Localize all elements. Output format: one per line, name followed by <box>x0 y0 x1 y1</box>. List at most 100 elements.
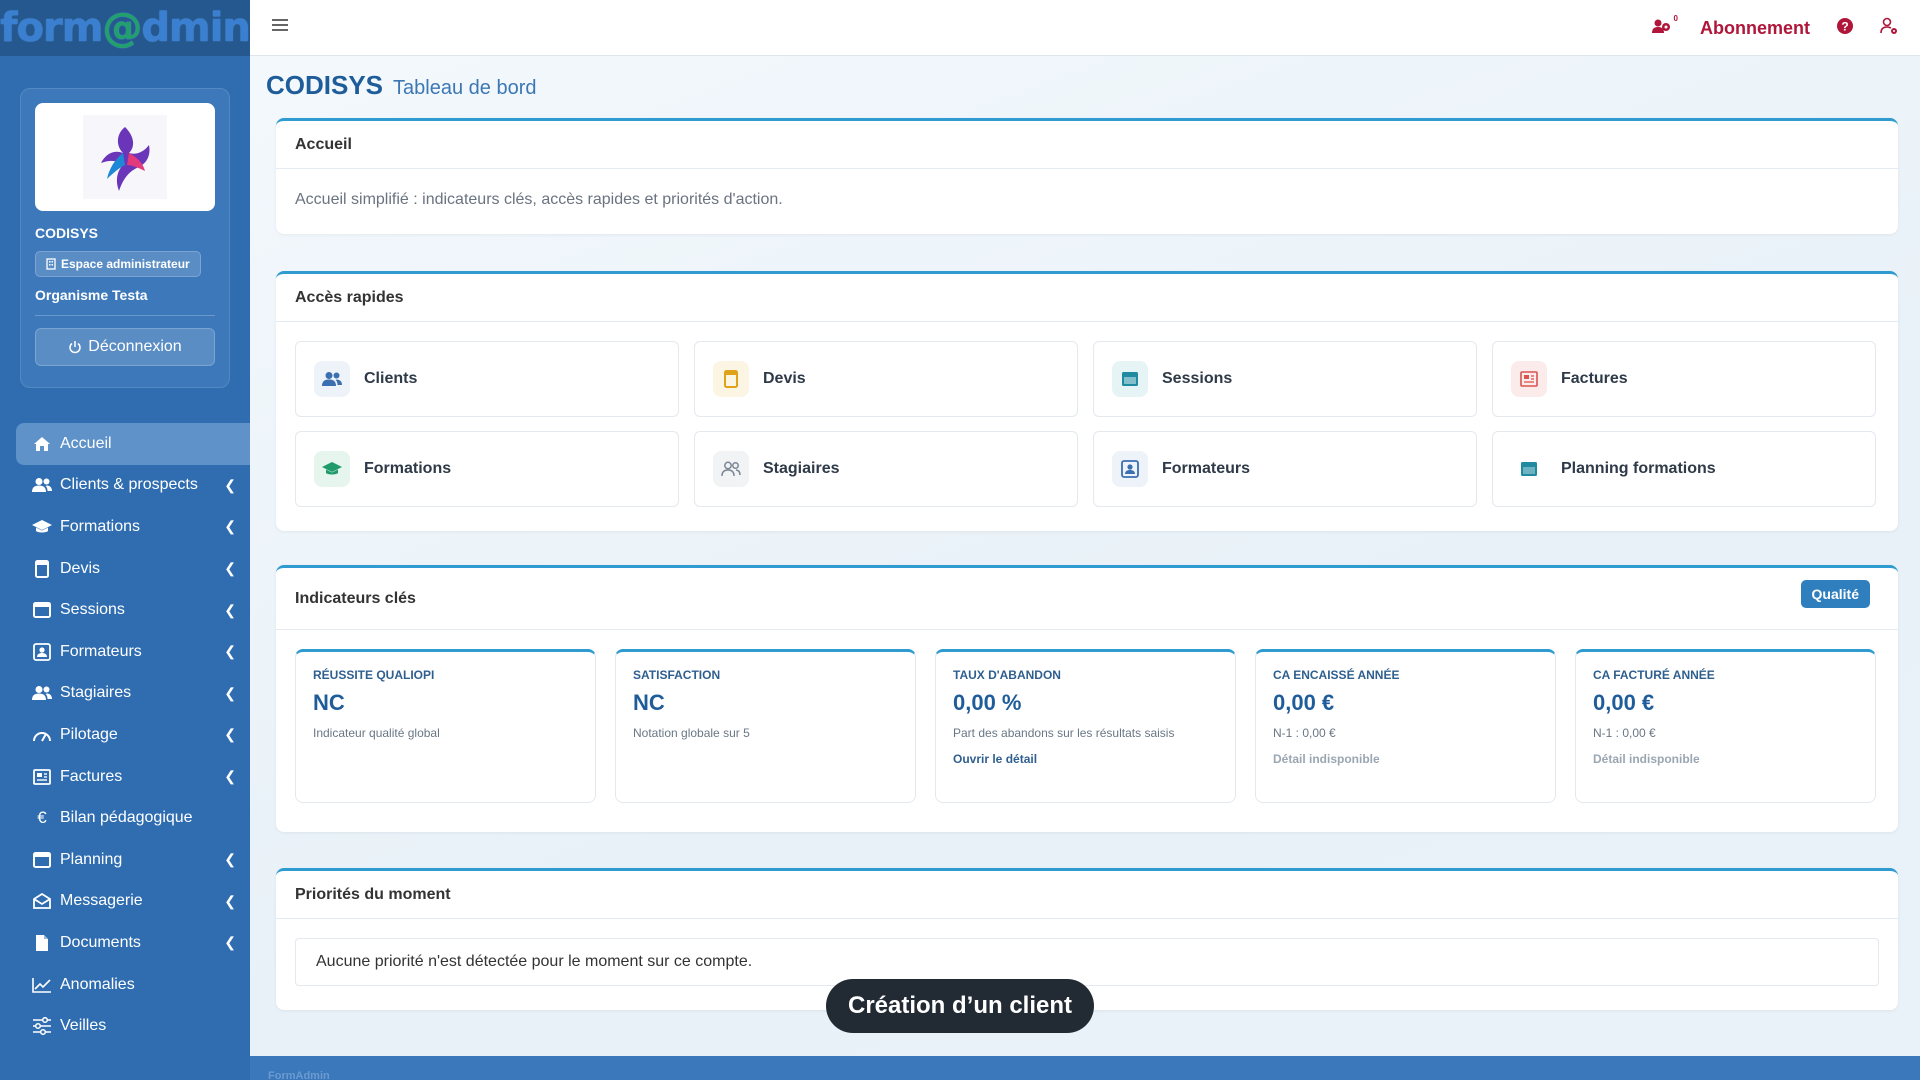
topbar: 0 Abonnement ? <box>250 0 1920 56</box>
sidebar-item-label: Messagerie <box>60 892 143 910</box>
users-outline-icon <box>713 451 749 487</box>
sidebar-item-sessions[interactable]: Sessions ❮ <box>16 589 250 631</box>
users-cog-icon <box>1652 19 1670 33</box>
sidebar-item-stagiaires[interactable]: Stagiaires ❮ <box>16 673 250 715</box>
kpi-subtitle: Notation globale sur 5 <box>633 726 750 740</box>
priorities-title: Priorités du moment <box>276 871 1898 919</box>
logout-button[interactable]: Déconnexion <box>35 328 215 366</box>
sidebar-item-pilotage[interactable]: Pilotage ❮ <box>16 714 250 756</box>
sidebar-item-clients[interactable]: Clients & prospects ❮ <box>16 465 250 507</box>
sidebar-item-messagerie[interactable]: Messagerie ❮ <box>16 881 250 923</box>
chevron-left-icon: ❮ <box>224 560 236 577</box>
admin-space-label: Espace administrateur <box>61 257 190 271</box>
kpi-reussite-qualiopi: Réussite Qualiopi NC Indicateur qualité … <box>295 649 596 803</box>
quick-access-sessions[interactable]: Sessions <box>1093 341 1477 417</box>
admin-space-badge[interactable]: Espace administrateur <box>35 251 201 277</box>
power-icon <box>69 341 81 354</box>
sidebar-item-factures[interactable]: Factures ❮ <box>16 756 250 798</box>
page-title-subtitle: Tableau de bord <box>393 77 537 99</box>
abonnement-link[interactable]: Abonnement <box>1700 18 1810 39</box>
user-menu-button[interactable] <box>1880 17 1898 40</box>
profile-card: CODISYS Espace administrateur Organisme … <box>20 88 230 388</box>
sidebar-item-label: Factures <box>60 767 123 785</box>
kpi-grid: Réussite Qualiopi NC Indicateur qualité … <box>276 630 1898 822</box>
sidebar-item-label: Documents <box>60 933 141 951</box>
gauge-icon <box>32 725 52 745</box>
calendar-icon <box>32 600 52 620</box>
chevron-left-icon: ❮ <box>224 892 236 909</box>
sidebar-item-label: Formateurs <box>60 642 142 660</box>
kpi-title: Satisfaction <box>633 668 721 682</box>
toast-notification: Création d’un client <box>826 979 1094 1033</box>
sidebar-item-accueil[interactable]: Accueil <box>16 423 250 465</box>
sidebar-item-bilan-pedagogique[interactable]: € Bilan pédagogique <box>16 797 250 839</box>
kpi-subtitle: Part des abandons sur les résultats sais… <box>953 726 1175 740</box>
kpi-value: 0,00 € <box>1273 690 1335 715</box>
kpi-detail-link[interactable]: Ouvrir le détail <box>953 752 1218 766</box>
menu-toggle-icon[interactable] <box>272 18 288 37</box>
quick-access-formateurs[interactable]: Formateurs <box>1093 431 1477 507</box>
kpi-subtitle: Indicateur qualité global <box>313 726 440 740</box>
svg-text:?: ? <box>1841 19 1848 33</box>
footer-text: FormAdmin <box>268 1070 330 1080</box>
sidebar-item-anomalies[interactable]: Anomalies <box>16 964 250 1006</box>
kpi-detail-unavailable: Détail indisponible <box>1273 752 1380 766</box>
brand-at: @ <box>102 5 142 51</box>
quick-access-label: Devis <box>763 370 806 387</box>
graduation-cap-icon <box>314 451 350 487</box>
quick-access-formations[interactable]: Formations <box>295 431 679 507</box>
graduation-cap-icon <box>32 517 52 537</box>
quick-access-devis[interactable]: Devis <box>694 341 1078 417</box>
chevron-left-icon: ❮ <box>224 643 236 660</box>
quick-access-planning-formations[interactable]: Planning formations <box>1492 431 1876 507</box>
indicators-card-header: Indicateurs clés Qualité <box>276 568 1898 630</box>
sidebar-item-devis[interactable]: Devis ❮ <box>16 548 250 590</box>
home-icon <box>32 434 52 454</box>
sidebar-item-documents[interactable]: Documents ❮ <box>16 922 250 964</box>
brand-logo[interactable]: form @ dmin <box>0 0 251 56</box>
sidebar-item-planning[interactable]: Planning ❮ <box>16 839 250 881</box>
sliders-icon <box>32 1016 52 1036</box>
chevron-left-icon: ❮ <box>224 768 236 785</box>
logout-label: Déconnexion <box>88 338 182 355</box>
organization-name: CODISYS <box>35 225 99 241</box>
newspaper-icon <box>32 767 52 787</box>
sidebar-item-formateurs[interactable]: Formateurs ❮ <box>16 631 250 673</box>
bird-logo-icon <box>101 127 150 191</box>
sidebar-item-label: Clients & prospects <box>60 476 198 494</box>
sidebar-item-label: Planning <box>60 850 123 868</box>
quick-access-clients[interactable]: Clients <box>295 341 679 417</box>
kpi-subtitle: N-1 : 0,00 € <box>1593 726 1656 740</box>
quick-access-factures[interactable]: Factures <box>1492 341 1876 417</box>
quick-access-label: Clients <box>364 370 418 387</box>
sidebar-item-label: Anomalies <box>60 975 135 993</box>
quick-access-grid: Clients Devis Sessions Factures Formatio… <box>276 322 1898 526</box>
organization-logo <box>35 103 215 211</box>
kpi-title: Réussite Qualiopi <box>313 668 435 682</box>
sidebar: form @ dmin CODISYS Espace administrateur … <box>0 0 251 1080</box>
newspaper-icon <box>1511 361 1547 397</box>
sidebar-item-veilles[interactable]: Veilles <box>16 1005 250 1047</box>
file-icon <box>32 559 52 579</box>
indicators-card: Indicateurs clés Qualité Réussite Qualio… <box>276 565 1898 832</box>
qualite-button[interactable]: Qualité <box>1800 580 1870 608</box>
quick-access-title: Accès rapides <box>276 274 1898 322</box>
sidebar-item-formations[interactable]: Formations ❮ <box>16 506 250 548</box>
chevron-left-icon: ❮ <box>224 851 236 868</box>
sidebar-item-label: Accueil <box>60 434 112 452</box>
brand-text-1: form <box>0 5 103 51</box>
help-button[interactable]: ? <box>1836 17 1854 40</box>
notification-count: 0 <box>1673 13 1678 23</box>
accueil-card-title: Accueil <box>276 121 1898 169</box>
footer: FormAdmin <box>250 1056 1920 1080</box>
users-icon <box>32 683 52 703</box>
calendar-icon <box>1511 451 1547 487</box>
quick-access-stagiaires[interactable]: Stagiaires <box>694 431 1078 507</box>
users-icon <box>32 475 52 495</box>
sidebar-item-label: Formations <box>60 517 141 535</box>
chevron-left-icon: ❮ <box>224 476 236 493</box>
sidebar-nav: Accueil Clients & prospects ❮ Formations… <box>16 423 250 1047</box>
notifications-button[interactable]: 0 <box>1652 14 1678 39</box>
kpi-value: 0,00 € <box>1593 690 1655 715</box>
chevron-left-icon: ❮ <box>224 518 236 535</box>
